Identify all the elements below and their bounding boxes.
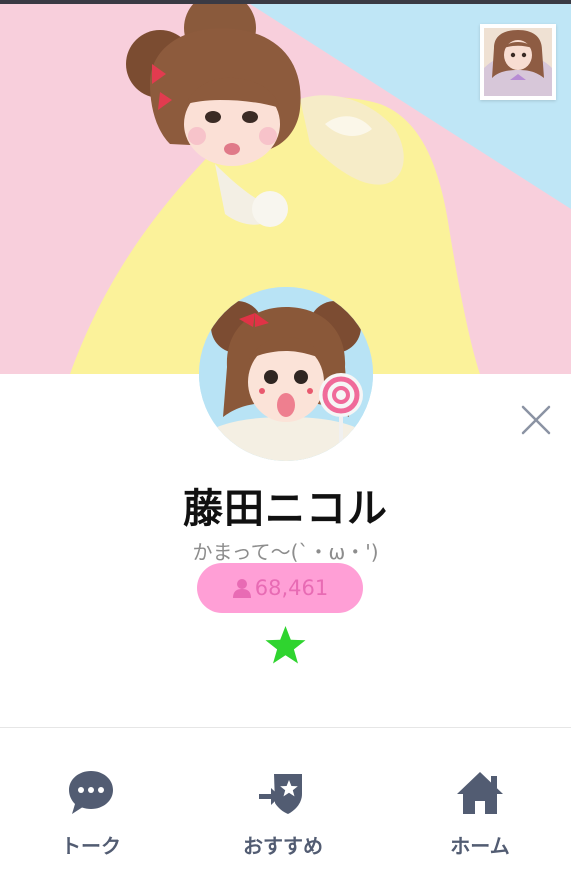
cover-thumbnail[interactable]	[480, 24, 556, 100]
friends-count: 68,461	[254, 576, 329, 600]
person-icon	[232, 579, 251, 598]
tab-recommend[interactable]: おすすめ	[213, 768, 353, 868]
profile-avatar[interactable]	[199, 287, 373, 461]
tab-recommend-label: おすすめ	[243, 834, 323, 858]
profile-name: 藤田ニコル	[183, 486, 388, 532]
favorite-button[interactable]	[264, 625, 307, 665]
cover-thumbnail-image	[484, 28, 552, 96]
tab-talk-label: トーク	[61, 834, 121, 858]
close-button[interactable]	[515, 399, 557, 441]
star-icon	[265, 626, 306, 664]
home-icon	[457, 772, 503, 814]
bottom-tab-bar: トーク おすすめ ホーム	[0, 728, 571, 894]
status-message: かまって〜(`・ω・')	[192, 540, 379, 564]
profile-screen: 藤田ニコル かまって〜(`・ω・') 68,461 トーク おすすめ ホーム	[0, 0, 571, 894]
friends-count-badge[interactable]: 68,461	[197, 563, 363, 613]
profile-avatar-image	[199, 287, 373, 461]
recommend-badge-icon	[259, 774, 302, 814]
close-icon	[521, 405, 551, 435]
tab-talk[interactable]: トーク	[21, 768, 161, 868]
chat-bubble-icon	[69, 771, 113, 814]
tab-home[interactable]: ホーム	[410, 768, 550, 868]
tab-home-label: ホーム	[450, 834, 510, 858]
